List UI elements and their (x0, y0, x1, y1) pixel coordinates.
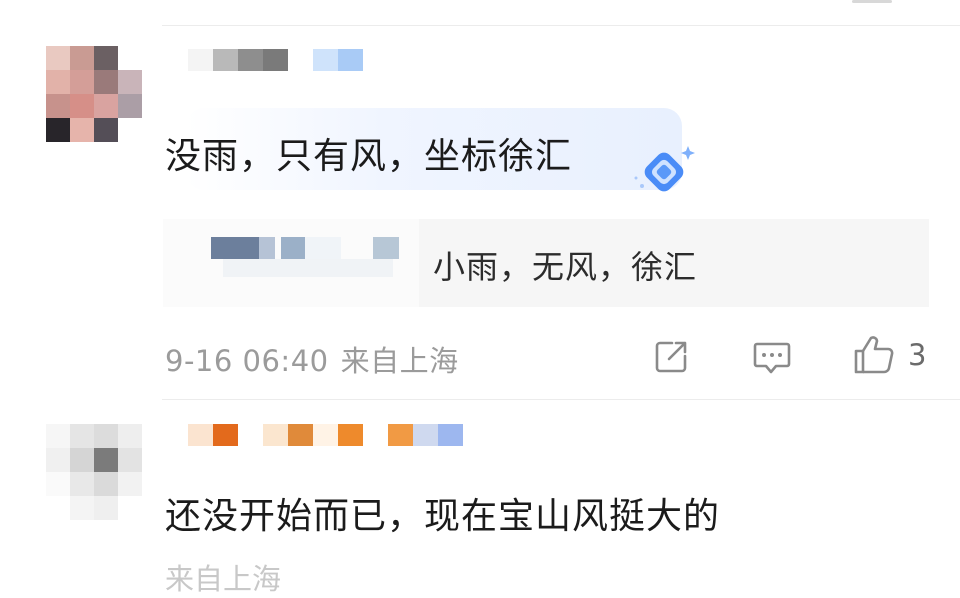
comment-date: 9-16 06:40 (165, 344, 329, 378)
reply-box[interactable]: 小雨，无风，徐汇 (163, 219, 929, 307)
thumbs-up-icon[interactable] (852, 334, 896, 376)
username-blurred[interactable] (188, 424, 463, 446)
share-icon[interactable] (652, 338, 690, 376)
username-blurred[interactable] (188, 49, 363, 71)
like-count: 3 (908, 338, 927, 372)
reply-username-blurred (163, 219, 419, 307)
reply-text: 小雨，无风，徐汇 (433, 248, 698, 286)
comment-divider (162, 25, 960, 26)
top-scroll-stub (852, 0, 892, 3)
avatar[interactable] (46, 46, 142, 142)
comment-text: 没雨，只有风，坐标徐汇 (165, 136, 573, 177)
comment-icon[interactable] (752, 340, 792, 376)
avatar[interactable] (46, 424, 142, 520)
comment-meta: 9-16 06:40 来自上海 (165, 338, 459, 380)
diamond-badge-icon (634, 146, 695, 192)
comment-text: 还没开始而已，现在宝山风挺大的 (165, 496, 721, 537)
comment-divider (162, 399, 960, 400)
comment-location: 来自上海 (340, 344, 459, 378)
comment-location-partial: 来自上海 (165, 562, 282, 596)
